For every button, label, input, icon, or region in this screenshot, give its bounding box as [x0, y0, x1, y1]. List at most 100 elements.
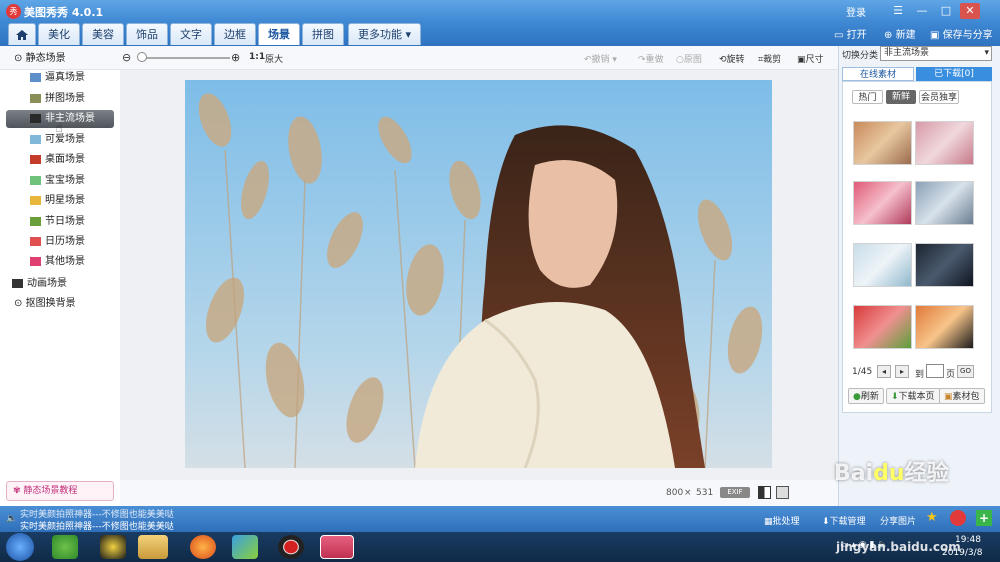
film-icon [12, 278, 23, 288]
tree-item-realistic[interactable]: 逼真场景 [30, 69, 85, 87]
close-button[interactable]: ✕ [960, 3, 980, 19]
material-thumb[interactable] [915, 243, 974, 287]
start-button[interactable] [6, 533, 34, 561]
taskbar-recorder-icon[interactable] [278, 535, 304, 559]
goto-label: 到 [915, 370, 925, 380]
download-page-label: 下载本页 [898, 392, 935, 402]
material-thumb[interactable] [853, 243, 912, 287]
tree-item-calendar[interactable]: 日历场景 [30, 233, 85, 251]
original-size-button[interactable]: 原大 [265, 52, 283, 65]
photo-canvas[interactable] [185, 80, 772, 468]
batch-icon: ▦ [764, 517, 773, 527]
crop-button[interactable]: ⌗裁剪 [758, 52, 781, 65]
share-image-button[interactable]: 分享图片 [880, 514, 916, 527]
page-number-input[interactable] [926, 364, 944, 378]
tree-item-desktop[interactable]: 桌面场景 [30, 151, 85, 169]
tab-beautify[interactable]: 美化 [38, 23, 80, 45]
tab-scene[interactable]: 场景 [258, 23, 300, 45]
batch-label: 批处理 [772, 517, 800, 527]
refresh-label: 刷新 [860, 392, 879, 402]
go-button[interactable]: GO [957, 365, 974, 378]
batch-process-button[interactable]: ▦批处理 [764, 514, 800, 527]
material-thumb[interactable] [915, 181, 974, 225]
compare-icon[interactable] [758, 486, 771, 499]
tab-makeup[interactable]: 美容 [82, 23, 124, 45]
new-button[interactable]: ⊕ 新建 [884, 26, 916, 41]
material-pack-button[interactable]: ▣素材包 [939, 388, 985, 404]
zoom-ratio[interactable]: 1:1 [249, 52, 265, 62]
subtab-vip[interactable]: 会员独享 [919, 90, 959, 104]
next-page-button[interactable]: ▸ [895, 365, 909, 378]
taskbar-firefox-icon[interactable] [190, 535, 216, 559]
zoom-slider-handle[interactable] [137, 52, 147, 62]
tree-item-collage[interactable]: 拼图场景 [30, 90, 85, 108]
home-tab[interactable] [8, 23, 36, 45]
tab-text[interactable]: 文字 [170, 23, 212, 45]
taskbar-video-icon[interactable] [232, 535, 258, 559]
resize-icon: ▣ [797, 55, 806, 65]
static-scene-tutorial-button[interactable]: ✾ 静态场景教程 [6, 481, 114, 501]
fullscreen-icon[interactable] [776, 486, 789, 499]
add-plus-icon[interactable]: + [976, 510, 992, 526]
material-thumb[interactable] [853, 305, 912, 349]
tab-frame[interactable]: 边框 [214, 23, 256, 45]
undo-button[interactable]: ↶撤销 ▾ [584, 52, 617, 65]
zoom-in-icon[interactable]: ⊕ [231, 51, 240, 64]
taskbar-browser-icon[interactable] [52, 535, 78, 559]
refresh-button[interactable]: ●刷新 [848, 388, 884, 404]
download-page-button[interactable]: ⬇下载本页 [886, 388, 940, 404]
tree-item-holiday[interactable]: 节日场景 [30, 213, 85, 231]
baidu-watermark: Baidu经验 [834, 461, 949, 486]
resize-button[interactable]: ▣尺寸 [797, 52, 824, 65]
subtab-new[interactable]: 新鲜 [886, 90, 916, 104]
subtab-hot[interactable]: 热门 [852, 90, 883, 104]
tree-item-baby[interactable]: 宝宝场景 [30, 172, 85, 190]
tab-more-label: 更多功能 [358, 28, 402, 41]
news-ticker-line2[interactable]: 实时美颜拍照神器---不修图也能美美哒 [20, 519, 174, 532]
tab-accessories[interactable]: 饰品 [126, 23, 168, 45]
tree-item-label: 日历场景 [45, 236, 85, 247]
window-title: 美图秀秀 4.0.1 [24, 6, 104, 19]
minimize-button[interactable]: — [912, 3, 932, 19]
maximize-button[interactable]: □ [936, 3, 956, 19]
tab-downloaded[interactable]: 已下载[0] [916, 67, 992, 81]
heart-icon [30, 256, 41, 266]
restore-button[interactable]: ○原图 [676, 52, 702, 65]
save-share-button[interactable]: ▣ 保存与分享 [930, 26, 993, 41]
category-select[interactable]: 非主流场景 ▾ [880, 46, 992, 61]
tab-collage[interactable]: 拼图 [302, 23, 344, 45]
tree-item-other[interactable]: 其他场景 [30, 253, 85, 271]
tab-more[interactable]: 更多功能 ▾ [348, 23, 422, 45]
login-link[interactable]: 登录 [846, 4, 866, 19]
tree-static-label: 静态场景 [25, 53, 66, 64]
tree-item-cute[interactable]: 可爱场景 [30, 131, 85, 149]
material-thumb[interactable] [853, 181, 912, 225]
prev-page-button[interactable]: ◂ [877, 365, 891, 378]
tab-online-material[interactable]: 在线素材 [842, 67, 914, 81]
tree-item-star[interactable]: 明星场景 [30, 192, 85, 210]
star-icon[interactable]: ★ [926, 510, 942, 526]
material-thumb[interactable] [915, 121, 974, 165]
tree-item-label: 非主流场景 [45, 113, 95, 124]
weibo-icon[interactable] [950, 510, 966, 526]
skin-icon[interactable]: ☰ [888, 3, 908, 19]
tree-cutout-background[interactable]: ⊙ 抠图换背景 [14, 295, 76, 313]
material-thumb[interactable] [915, 305, 974, 349]
exif-button[interactable]: EXIF [720, 487, 750, 498]
open-button[interactable]: ▭ 打开 [834, 26, 867, 41]
taskbar-qq-icon[interactable] [100, 535, 126, 559]
download-manager-button[interactable]: ⬇下载管理 [822, 514, 866, 527]
rotate-button[interactable]: ⟲旋转 [719, 52, 745, 65]
tree-item-label: 明星场景 [45, 195, 85, 206]
material-thumb[interactable] [853, 121, 912, 165]
taskbar-meitu-icon[interactable] [320, 535, 354, 559]
redo-button[interactable]: ↷重做 [638, 52, 664, 65]
tree-animated-scene[interactable]: 动画场景 [12, 275, 67, 293]
taskbar-explorer-icon[interactable] [138, 535, 168, 559]
zoom-slider[interactable] [138, 57, 230, 59]
zoom-out-icon[interactable]: ⊖ [122, 51, 131, 64]
expand-icon: ⊙ [14, 298, 23, 309]
save-icon: ▣ [930, 30, 940, 41]
tree-animated-label: 动画场景 [27, 278, 67, 289]
tree-static-scene[interactable]: ⊙ 静态场景 [14, 50, 66, 68]
